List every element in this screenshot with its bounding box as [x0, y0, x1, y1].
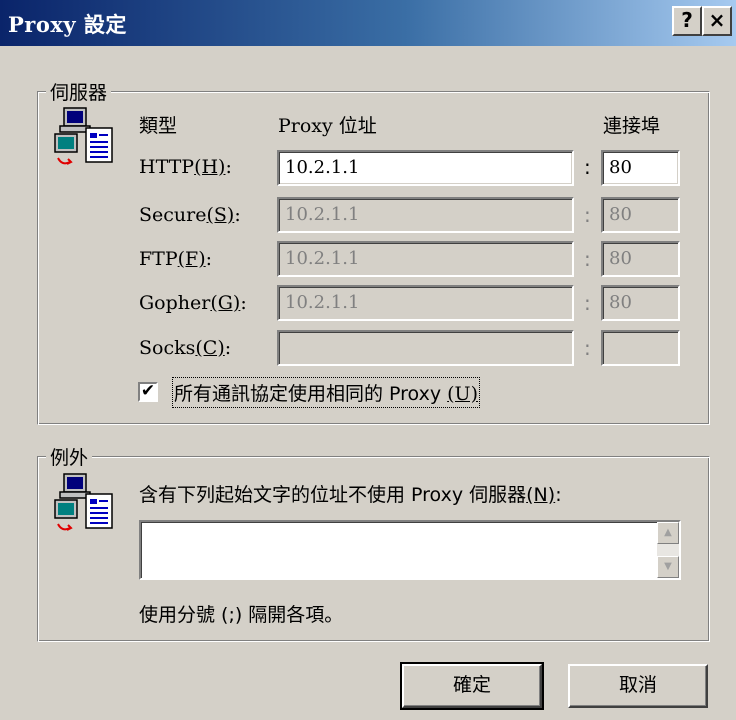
close-button[interactable]: × [702, 6, 732, 36]
ftp-colon: : [584, 247, 591, 271]
network-computer-icon [52, 470, 124, 534]
exceptions-group-label: 例外 [46, 443, 93, 470]
type-column-header: 類型 [139, 115, 178, 137]
gopher-address-input[interactable]: 10.2.1.1 [277, 285, 574, 321]
exceptions-textarea[interactable]: ▲ ▼ [139, 520, 681, 580]
socks-colon: : [584, 336, 591, 360]
scroll-up-icon[interactable]: ▲ [657, 522, 679, 544]
exceptions-description: 含有下列起始文字的位址不使用 Proxy 伺服器(N): [139, 484, 562, 506]
gopher-port-input[interactable]: 80 [601, 285, 680, 321]
ftp-port-input[interactable]: 80 [601, 241, 680, 277]
same-proxy-label[interactable]: 所有通訊協定使用相同的 Proxy (U) [172, 377, 480, 408]
scroll-down-icon[interactable]: ▼ [657, 556, 679, 578]
gopher-colon: : [584, 291, 591, 315]
title-bar: Proxy 設定 ? × [0, 0, 736, 46]
gopher-label: Gopher(G): [139, 292, 247, 314]
socks-port-input[interactable] [601, 330, 680, 366]
same-proxy-checkbox[interactable]: ✔ [138, 382, 158, 402]
http-colon: : [584, 155, 591, 179]
secure-label: Secure(S): [139, 204, 241, 226]
secure-colon: : [584, 203, 591, 227]
ok-button[interactable]: 確定 [400, 662, 544, 710]
socks-label: Socks(C): [139, 337, 232, 359]
http-address-input[interactable]: 10.2.1.1 [277, 150, 574, 186]
exceptions-scrollbar[interactable]: ▲ ▼ [657, 522, 679, 578]
network-computer-icon [52, 104, 124, 168]
window-title: Proxy 設定 [8, 12, 127, 37]
ftp-label: FTP(F): [139, 248, 213, 270]
help-button[interactable]: ? [672, 6, 702, 36]
http-port-input[interactable]: 80 [601, 150, 680, 186]
port-column-header: 連接埠 [603, 115, 661, 137]
exceptions-hint: 使用分號 (;) 隔開各項。 [139, 604, 344, 626]
address-column-header: Proxy 位址 [278, 115, 377, 137]
secure-address-input[interactable]: 10.2.1.1 [277, 197, 574, 233]
servers-group-label: 伺服器 [46, 78, 112, 105]
socks-address-input[interactable] [277, 330, 574, 366]
http-label: HTTP(H): [139, 156, 232, 178]
ftp-address-input[interactable]: 10.2.1.1 [277, 241, 574, 277]
secure-port-input[interactable]: 80 [601, 197, 680, 233]
cancel-button[interactable]: 取消 [568, 664, 708, 708]
